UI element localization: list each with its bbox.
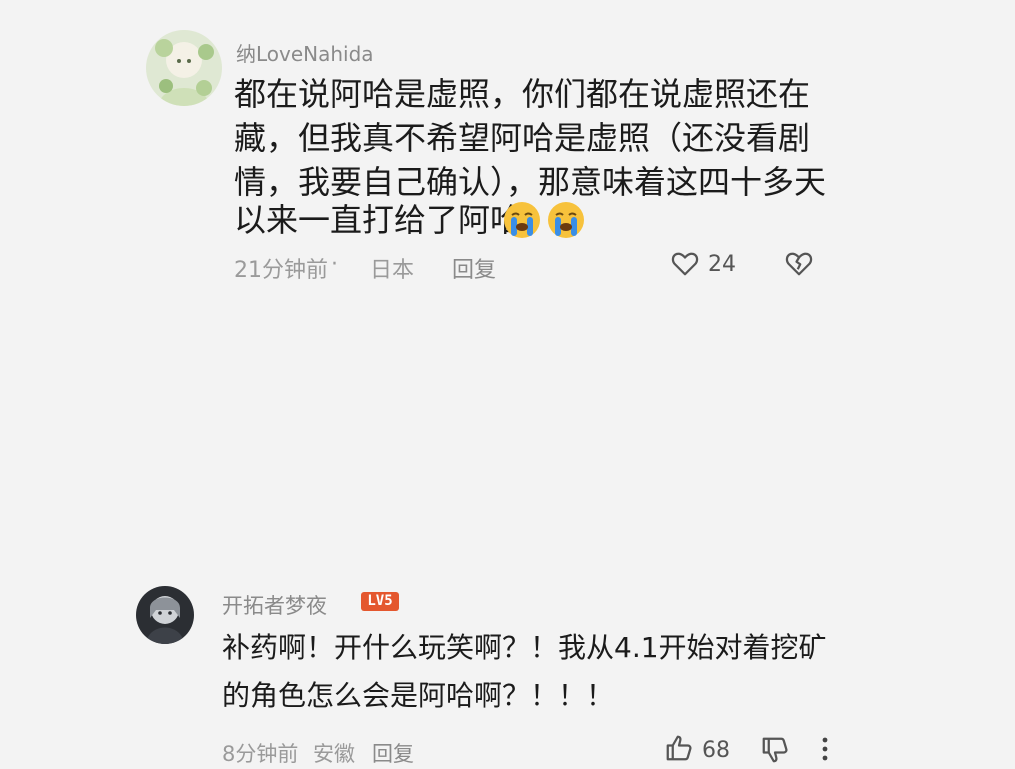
comment-location: 日本 xyxy=(370,258,415,283)
comment-card: 开拓者梦夜 LV5 补药啊！开什么玩笑啊？！我从4.1开始对着挖矿 的角色怎么会… xyxy=(0,290,1015,766)
comment-text-line: 以来一直打给了阿哈 xyxy=(234,201,523,239)
reply-button[interactable]: 回复 xyxy=(452,252,496,284)
crying-face-emoji-icon xyxy=(546,200,586,244)
comment-text-line: 藏，但我真不希望阿哈是虚照（还没看剧 xyxy=(234,119,811,157)
avatar[interactable] xyxy=(136,586,194,644)
meta-separator: · xyxy=(331,252,338,277)
thumbs-up-icon[interactable] xyxy=(664,733,694,767)
comment-time: 8分钟前 xyxy=(222,742,299,766)
username[interactable]: 纳LoveNahida xyxy=(236,38,374,67)
username[interactable]: 开拓者梦夜 xyxy=(222,590,327,620)
thumbs-down-icon[interactable] xyxy=(760,735,790,769)
heart-outline-icon[interactable] xyxy=(670,248,700,282)
comment-text-line: 情，我要自己确认），那意味着这四十多天 xyxy=(234,163,827,201)
crying-face-emoji-icon xyxy=(502,200,542,244)
comment-location: 安徽 xyxy=(313,742,355,766)
level-badge: LV5 xyxy=(361,592,399,611)
comment-text-line: 都在说阿哈是虚照，你们都在说虚照还在 xyxy=(234,75,811,113)
comment-text-line: 补药啊！开什么玩笑啊？！我从4.1开始对着挖矿 xyxy=(222,631,827,664)
comment-card: 纳LoveNahida 都在说阿哈是虚照，你们都在说虚照还在 藏，但我真不希望阿… xyxy=(0,0,1015,290)
more-vertical-icon[interactable] xyxy=(820,736,830,766)
broken-heart-icon[interactable] xyxy=(784,248,814,282)
comment-text-line: 的角色怎么会是阿哈啊？！！！ xyxy=(222,679,615,712)
avatar[interactable] xyxy=(146,30,222,106)
reply-button[interactable]: 回复 xyxy=(372,738,414,768)
comment-time: 21分钟前 xyxy=(234,258,328,283)
like-count: 24 xyxy=(708,252,736,277)
like-count: 68 xyxy=(702,738,730,763)
